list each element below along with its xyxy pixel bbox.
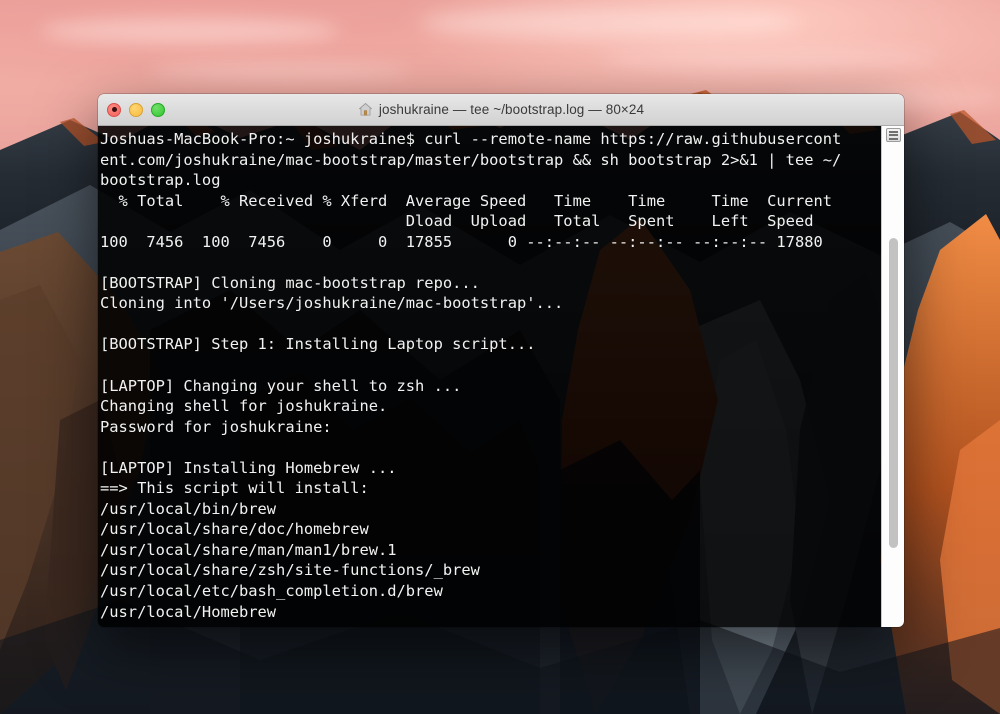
terminal-line: 100 7456 100 7456 0 0 17855 0 --:--:-- -… (100, 232, 823, 251)
terminal-line: Changing shell for joshukraine. (100, 397, 388, 416)
terminal-line: /usr/local/etc/bash_completion.d/brew (100, 582, 443, 601)
terminal-line: /usr/local/share/zsh/site-functions/_bre… (100, 561, 480, 580)
terminal-line: [LAPTOP] Installing Homebrew ... (100, 458, 397, 477)
terminal-window[interactable]: joshukraine — tee ~/bootstrap.log — 80×2… (98, 94, 904, 627)
title-center: joshukraine — tee ~/bootstrap.log — 80×2… (98, 94, 904, 125)
scrollbar-thumb[interactable] (889, 238, 898, 548)
close-button[interactable] (107, 102, 121, 117)
terminal-line: Cloning into '/Users/joshukraine/mac-boo… (100, 294, 564, 313)
terminal-line: Password for joshukraine: (100, 417, 332, 436)
terminal-line: [LAPTOP] Changing your shell to zsh ... (100, 376, 462, 395)
terminal-line: /usr/local/bin/brew (100, 499, 277, 518)
terminal-line: [BOOTSTRAP] Step 1: Installing Laptop sc… (100, 335, 536, 354)
terminal-body[interactable]: Joshuas-MacBook-Pro:~ joshukraine$ curl … (98, 126, 904, 627)
terminal-line: % Total % Received % Xferd Average Speed… (100, 191, 833, 210)
traffic-lights (98, 102, 165, 117)
window-title: joshukraine — tee ~/bootstrap.log — 80×2… (378, 102, 645, 117)
home-icon (358, 103, 372, 116)
terminal-line: ent.com/joshukraine/mac-bootstrap/master… (100, 150, 842, 169)
minimize-button[interactable] (129, 102, 143, 117)
terminal-line: /usr/local/Homebrew (100, 602, 277, 621)
terminal-output[interactable]: Joshuas-MacBook-Pro:~ joshukraine$ curl … (100, 129, 904, 622)
terminal-line: /usr/local/share/doc/homebrew (100, 520, 369, 539)
terminal-scrollbar[interactable] (881, 126, 904, 627)
terminal-line: Dload Upload Total Spent Left Speed (100, 212, 814, 231)
desktop: joshukraine — tee ~/bootstrap.log — 80×2… (0, 0, 1000, 714)
terminal-line: ==> This script will install: (100, 479, 369, 498)
terminal-line: [BOOTSTRAP] Cloning mac-bootstrap repo..… (100, 273, 480, 292)
split-pane-button[interactable] (886, 128, 901, 142)
terminal-line: bootstrap.log (100, 171, 221, 190)
maximize-button[interactable] (151, 102, 165, 117)
terminal-line: /usr/local/share/man/man1/brew.1 (100, 540, 397, 559)
terminal-line: Joshuas-MacBook-Pro:~ joshukraine$ curl … (100, 130, 842, 148)
title-bar[interactable]: joshukraine — tee ~/bootstrap.log — 80×2… (98, 94, 904, 126)
